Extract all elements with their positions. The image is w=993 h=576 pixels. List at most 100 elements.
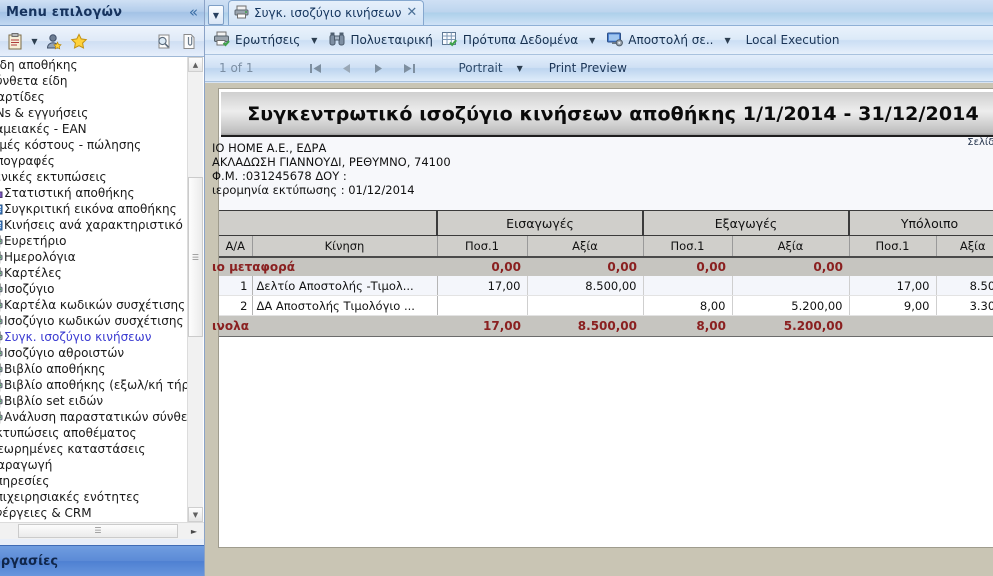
horizontal-scroll-track[interactable]: ☰ xyxy=(0,523,184,540)
toolbar-item-erotiseis[interactable]: Ερωτήσεις xyxy=(209,28,304,52)
toolbar-item-apostoli-se[interactable]: Αποστολή σε.. xyxy=(602,28,717,52)
search-document-icon[interactable] xyxy=(153,30,175,52)
chevron-double-left-icon[interactable]: « xyxy=(189,3,198,21)
menu-item-21[interactable]: Βιβλίο set ειδών xyxy=(0,393,190,409)
left-panel-titlebar: Menu επιλογών « xyxy=(0,0,204,26)
menu-item-26[interactable]: Υπηρεσίες xyxy=(0,473,190,489)
menu-item-4[interactable]: Ταμειακές - ΕΑΝ xyxy=(0,121,190,137)
menu-item-18[interactable]: Ισοζύγιο αθροιστών xyxy=(0,345,190,361)
cell-in-axia: 8.500,00 xyxy=(527,276,644,296)
menu-item-5[interactable]: Τιμές κόστους - πώλησης xyxy=(0,137,190,153)
menu-item-19[interactable]: Βιβλίο αποθήκης xyxy=(0,361,190,377)
star-icon[interactable] xyxy=(68,30,90,52)
menu-item-label: Ταμειακές - ΕΑΝ xyxy=(0,122,87,136)
printer-icon xyxy=(0,234,3,248)
menu-item-label: Ισοζύγιο xyxy=(4,282,55,296)
menu-item-7[interactable]: Γενικές εκτυπώσεις xyxy=(0,169,190,185)
brought-forward-in-pos1: 0,00 xyxy=(437,257,527,276)
clipboard-icon[interactable] xyxy=(4,30,26,52)
menu-item-24[interactable]: Θεωρημένες καταστάσεις xyxy=(0,441,190,457)
document-clip-icon[interactable] xyxy=(178,30,200,52)
scroll-down-button[interactable]: ▼ xyxy=(188,507,203,522)
report-meta-line-0: ΙΟ HOME Α.Ε., ΕΔΡΑ xyxy=(212,141,327,155)
menu-item-23[interactable]: Εκτυπώσεις αποθέματος xyxy=(0,425,190,441)
menu-item-label: Θεωρημένες καταστάσεις xyxy=(0,442,146,456)
previous-page-button[interactable] xyxy=(340,62,354,75)
toolbar-local-execution[interactable]: Local Execution xyxy=(738,33,848,47)
last-page-button[interactable] xyxy=(402,62,416,75)
left-panel-footer[interactable]: Εργασίες xyxy=(0,545,204,576)
menu-item-11[interactable]: Ευρετήριο xyxy=(0,233,190,249)
menu-item-label: Παραγωγή xyxy=(0,458,53,472)
tab-list-dropdown[interactable]: ▼ xyxy=(208,5,224,25)
menu-item-label: Ισοζύγιο κωδικών συσχέτισης xyxy=(4,314,184,328)
menu-item-0[interactable]: Είδη αποθήκης xyxy=(0,57,190,73)
menu-item-2[interactable]: Παρτίδες xyxy=(0,89,190,105)
first-page-button[interactable] xyxy=(309,62,323,75)
vertical-scroll-thumb[interactable]: ☰ xyxy=(188,177,203,337)
menu-vertical-scrollbar[interactable]: ▲ ☰ ▼ xyxy=(187,57,203,522)
menu-item-15[interactable]: Καρτέλα κωδικών συσχέτισης xyxy=(0,297,190,313)
cell-in-pos1: 17,00 xyxy=(437,276,528,296)
cell-out-pos1 xyxy=(643,276,733,296)
menu-item-28[interactable]: Ενέργειες & CRM xyxy=(0,505,190,521)
menu-item-14[interactable]: Ισοζύγιο xyxy=(0,281,190,297)
table-column-header-row: Α/Α Κίνηση Ποσ.1 Αξία Ποσ.1 Αξία Ποσ.1 Α… xyxy=(219,235,993,258)
toolbar-label: Ερωτήσεις xyxy=(235,33,301,47)
totals-row: ινολα 17,00 8.500,00 8,00 5.200,00 xyxy=(212,315,993,337)
report-header-block: Σελίδα ΙΟ HOME Α.Ε., ΕΔΡΑΑΚΛΑΔΩΣΗ ΓΙΑΝΝΟ… xyxy=(212,137,993,200)
orientation-label[interactable]: Portrait xyxy=(458,61,502,75)
menu-item-12[interactable]: Ημερολόγια xyxy=(0,249,190,265)
totals-bal-axia xyxy=(936,315,993,337)
tab-synk-isozygio-kiniseon[interactable]: Συγκ. ισοζύγιο κινήσεων ✕ xyxy=(228,0,425,25)
menu-item-20[interactable]: Βιβλίο αποθήκης (εξωλ/κή τήρ xyxy=(0,377,190,393)
totals-in-pos1: 17,00 xyxy=(437,315,527,337)
chevron-down-icon[interactable]: ▼ xyxy=(517,64,523,73)
toolbar-item-polyetairiki[interactable]: Πολυεταιρική xyxy=(324,28,436,52)
preview-mode-label[interactable]: Print Preview xyxy=(549,61,627,75)
toolbar-item-protypa-dedomena[interactable]: Πρότυπα Δεδομένα xyxy=(437,28,582,52)
brought-forward-out-axia: 0,00 xyxy=(732,257,849,276)
close-icon[interactable]: ✕ xyxy=(406,6,417,19)
chevron-down-icon[interactable]: ▼ xyxy=(582,36,602,45)
menu-item-9[interactable]: Συγκριτική εικόνα αποθήκης xyxy=(0,201,190,217)
menu-item-16[interactable]: Ισοζύγιο κωδικών συσχέτισης xyxy=(0,313,190,329)
brought-forward-bal-pos1 xyxy=(849,257,936,276)
printer-icon xyxy=(0,378,3,392)
menu-item-label: Σύνθετα είδη xyxy=(0,74,68,88)
menu-item-3[interactable]: SNs & εγγυήσεις xyxy=(0,105,190,121)
printer-icon xyxy=(0,410,3,424)
menu-item-8[interactable]: Στατιστική αποθήκης xyxy=(0,185,190,201)
menu-item-10[interactable]: Κινήσεις ανά χαρακτηριστικό xyxy=(0,217,190,233)
user-star-icon[interactable] xyxy=(43,30,65,52)
menu-item-25[interactable]: Παραγωγή xyxy=(0,457,190,473)
scroll-right-button[interactable]: ► xyxy=(184,523,204,540)
menu-item-label: Ανάλυση παραστατικών σύνθε xyxy=(4,410,188,424)
printer-icon xyxy=(0,266,3,280)
menu-item-1[interactable]: Σύνθετα είδη xyxy=(0,73,190,89)
table-row[interactable]: 2 ΔΑ Αποστολής Τιμολόγιο ... 8,00 5.200,00 9… xyxy=(219,295,993,316)
menu-item-label: Ενέργειες & CRM xyxy=(0,506,92,520)
chevron-down-icon[interactable]: ▼ xyxy=(29,37,40,46)
menu-item-17[interactable]: Συγκ. ισοζύγιο κινήσεων xyxy=(0,329,190,345)
preview-navigation-bar: 1 of 1 Portrait ▼ Print Preview xyxy=(205,55,993,82)
totals-in-axia: 8.500,00 xyxy=(527,315,643,337)
menu-list[interactable]: Είδη αποθήκης Σύνθετα είδη Παρτίδες SNs & ε… xyxy=(0,57,204,522)
chevron-down-icon[interactable]: ▼ xyxy=(304,36,324,45)
printer-icon xyxy=(0,346,3,360)
menu-item-22[interactable]: Ανάλυση παραστατικών σύνθε xyxy=(0,409,190,425)
menu-item-27[interactable]: Επιχειρησιακές ενότητες xyxy=(0,489,190,505)
cell-in-axia xyxy=(527,295,644,316)
menu-item-6[interactable]: Απογραφές xyxy=(0,153,190,169)
scroll-up-button[interactable]: ▲ xyxy=(188,57,203,72)
menu-item-13[interactable]: Καρτέλες xyxy=(0,265,190,281)
left-menu-panel: Menu επιλογών « ▼ δη αποθήκης νθετα είδη… xyxy=(0,0,205,576)
horizontal-scroll-thumb[interactable]: ☰ xyxy=(18,523,178,538)
chevron-down-icon[interactable]: ▼ xyxy=(717,36,737,45)
menu-horizontal-scrollbar[interactable]: ☰ ► xyxy=(0,522,204,539)
totals-bal-pos1 xyxy=(849,315,936,337)
table-row[interactable]: 1 Δελτίο Αποστολής -Τιμολ... 17,00 8.500,00… xyxy=(219,276,993,296)
cubes-icon xyxy=(0,186,3,200)
menu-item-label: Στατιστική αποθήκης xyxy=(4,186,135,200)
next-page-button[interactable] xyxy=(371,62,385,75)
